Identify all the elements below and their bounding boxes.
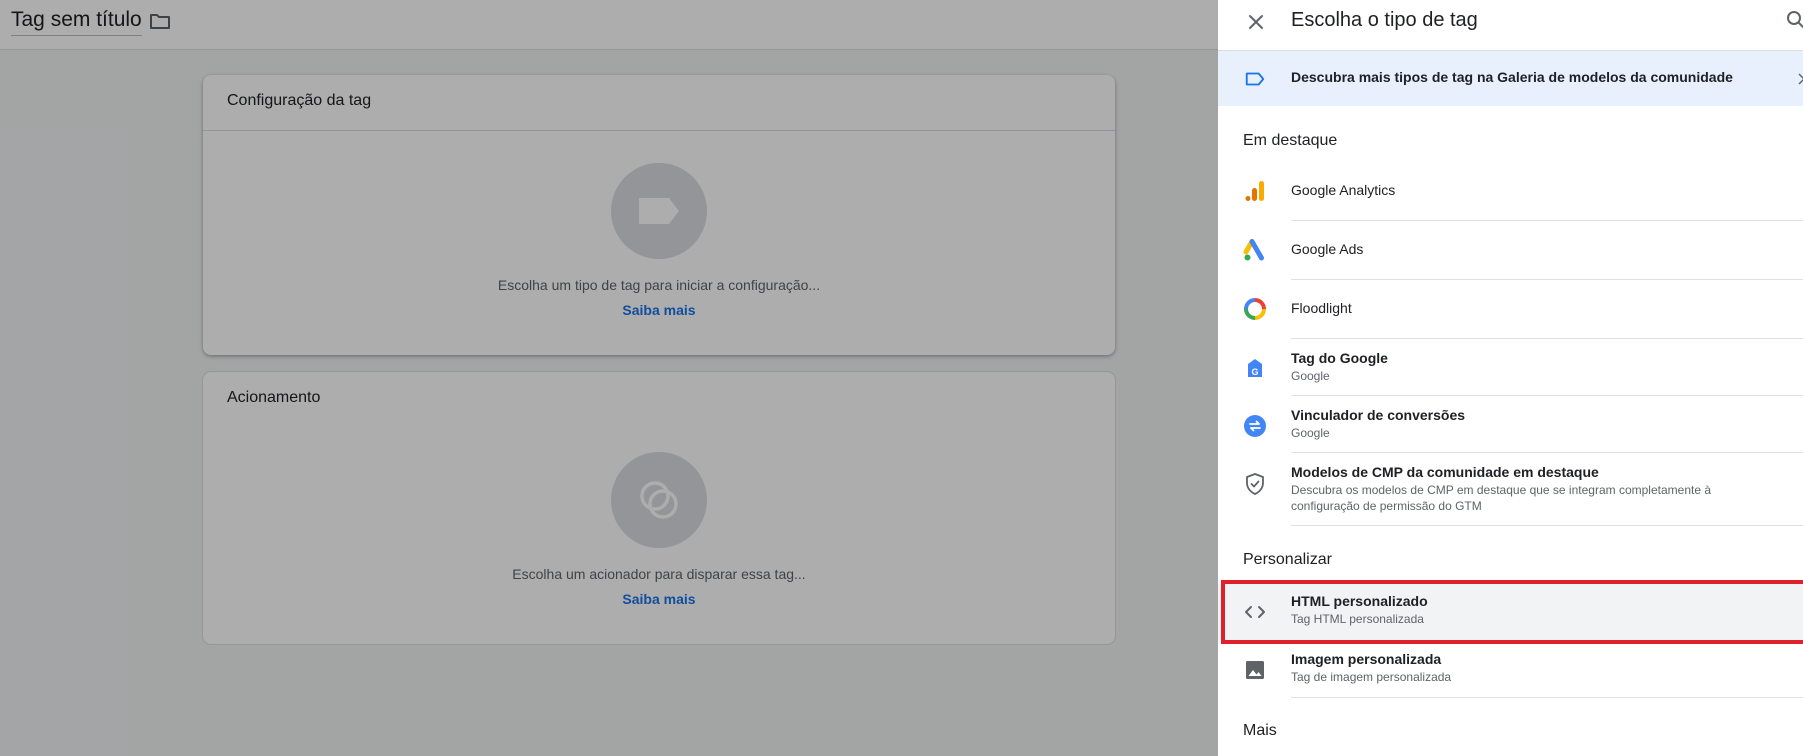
highlight-annotation bbox=[1221, 580, 1803, 644]
tag-outline-icon bbox=[1245, 72, 1265, 86]
section-custom: Personalizar bbox=[1243, 551, 1332, 568]
panel-title: Escolha o tipo de tag bbox=[1291, 9, 1478, 31]
section-more: Mais bbox=[1243, 722, 1277, 739]
tag-type-google-analytics[interactable]: Google Analytics bbox=[1218, 162, 1803, 221]
tag-type-google-ads[interactable]: Google Ads bbox=[1218, 221, 1803, 280]
tag-type-title: Google Analytics bbox=[1291, 182, 1396, 198]
divider bbox=[1291, 525, 1803, 526]
community-gallery-banner[interactable]: Descubra mais tipos de tag na Galeria de… bbox=[1218, 51, 1803, 106]
tag-type-subtitle: Google bbox=[1291, 426, 1330, 440]
tag-type-title: Imagem personalizada bbox=[1291, 651, 1442, 667]
conversion-linker-icon bbox=[1244, 415, 1266, 437]
floodlight-icon bbox=[1244, 298, 1266, 320]
google-analytics-icon bbox=[1245, 181, 1264, 201]
divider bbox=[1291, 697, 1803, 698]
gallery-banner-text: Descubra mais tipos de tag na Galeria de… bbox=[1291, 69, 1733, 85]
search-icon[interactable] bbox=[1784, 8, 1803, 32]
tag-type-floodlight[interactable]: Floodlight bbox=[1218, 280, 1803, 339]
tag-type-google-tag[interactable]: G Tag do Google Google bbox=[1218, 339, 1803, 396]
tag-type-subtitle: Descubra os modelos de CMP em destaque q… bbox=[1291, 483, 1712, 513]
image-icon bbox=[1246, 661, 1264, 679]
panel-header: Escolha o tipo de tag bbox=[1218, 0, 1803, 51]
tag-type-title: Tag do Google bbox=[1291, 350, 1388, 366]
section-featured: Em destaque bbox=[1243, 132, 1338, 149]
tag-editor: Tag sem título Configuração da tag Escol… bbox=[0, 0, 1218, 756]
svg-text:G: G bbox=[1251, 367, 1258, 377]
google-ads-icon bbox=[1243, 239, 1264, 261]
shield-icon bbox=[1246, 473, 1264, 495]
google-tag-icon: G bbox=[1248, 359, 1262, 377]
tag-type-custom-image[interactable]: Imagem personalizada Tag de imagem perso… bbox=[1218, 642, 1803, 698]
modal-overlay[interactable] bbox=[0, 0, 1218, 756]
tag-type-title: Vinculador de conversões bbox=[1291, 407, 1466, 423]
close-icon[interactable] bbox=[1244, 10, 1268, 34]
tag-type-subtitle: Tag de imagem personalizada bbox=[1291, 670, 1452, 684]
tag-type-subtitle: Google bbox=[1291, 369, 1330, 383]
tag-type-cmp-templates[interactable]: Modelos de CMP da comunidade em destaque… bbox=[1218, 453, 1803, 526]
tag-type-title: Floodlight bbox=[1291, 300, 1352, 316]
tag-type-title: Google Ads bbox=[1291, 241, 1364, 257]
tag-type-conversion-linker[interactable]: Vinculador de conversões Google bbox=[1218, 396, 1803, 453]
chevron-right-icon bbox=[1798, 73, 1803, 85]
tag-type-title: Modelos de CMP da comunidade em destaque bbox=[1291, 464, 1599, 480]
